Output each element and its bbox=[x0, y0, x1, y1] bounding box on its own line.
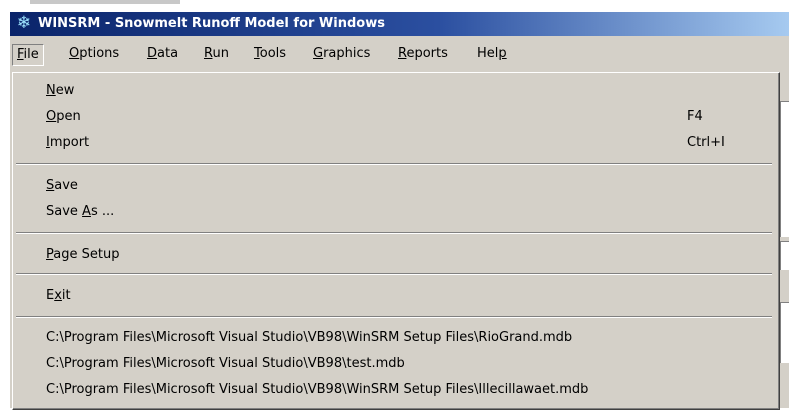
menu-help[interactable]: Help bbox=[473, 44, 511, 64]
file-menu-dropdown: New Open F4 Import Ctrl+I Save Save As .… bbox=[12, 72, 780, 410]
menu-run[interactable]: Run bbox=[200, 44, 233, 64]
menu-separator bbox=[16, 232, 772, 234]
menu-item-import[interactable]: Import Ctrl+I bbox=[13, 131, 775, 155]
background-panel bbox=[780, 241, 789, 270]
background-window-hint bbox=[30, 0, 180, 4]
menu-file[interactable]: File bbox=[12, 44, 44, 66]
menu-item-save-as[interactable]: Save As ... bbox=[13, 200, 775, 224]
shortcut-open: F4 bbox=[687, 109, 703, 124]
menu-options[interactable]: Options bbox=[65, 44, 123, 64]
menu-separator bbox=[16, 316, 772, 318]
recent-file-item[interactable]: C:\Program Files\Microsoft Visual Studio… bbox=[13, 352, 775, 376]
background-panel bbox=[780, 101, 789, 237]
menu-tools[interactable]: Tools bbox=[250, 44, 290, 64]
menu-bar: File Options Data Run Tools Graphics Rep… bbox=[10, 36, 789, 74]
menu-separator bbox=[16, 163, 772, 165]
menu-separator bbox=[16, 273, 772, 275]
menu-item-page-setup[interactable]: Page Setup bbox=[13, 243, 775, 267]
recent-file-item[interactable]: C:\Program Files\Microsoft Visual Studio… bbox=[13, 378, 775, 402]
title-bar[interactable]: ❄ WINSRM - Snowmelt Runoff Model for Win… bbox=[10, 12, 789, 36]
menu-item-save[interactable]: Save bbox=[13, 174, 775, 198]
recent-file-item[interactable]: C:\Program Files\Microsoft Visual Studio… bbox=[13, 326, 775, 350]
window-title: WINSRM - Snowmelt Runoff Model for Windo… bbox=[38, 16, 385, 31]
menu-item-open[interactable]: Open F4 bbox=[13, 105, 775, 129]
menu-item-new[interactable]: New bbox=[13, 79, 775, 103]
menu-reports[interactable]: Reports bbox=[394, 44, 452, 64]
menu-item-exit[interactable]: Exit bbox=[13, 284, 775, 308]
background-panel bbox=[780, 302, 789, 363]
shortcut-import: Ctrl+I bbox=[687, 135, 725, 150]
menu-data[interactable]: Data bbox=[143, 44, 182, 64]
menu-graphics[interactable]: Graphics bbox=[309, 44, 374, 64]
snowflake-icon[interactable]: ❄ bbox=[15, 14, 33, 32]
background-window-strip bbox=[0, 0, 789, 12]
